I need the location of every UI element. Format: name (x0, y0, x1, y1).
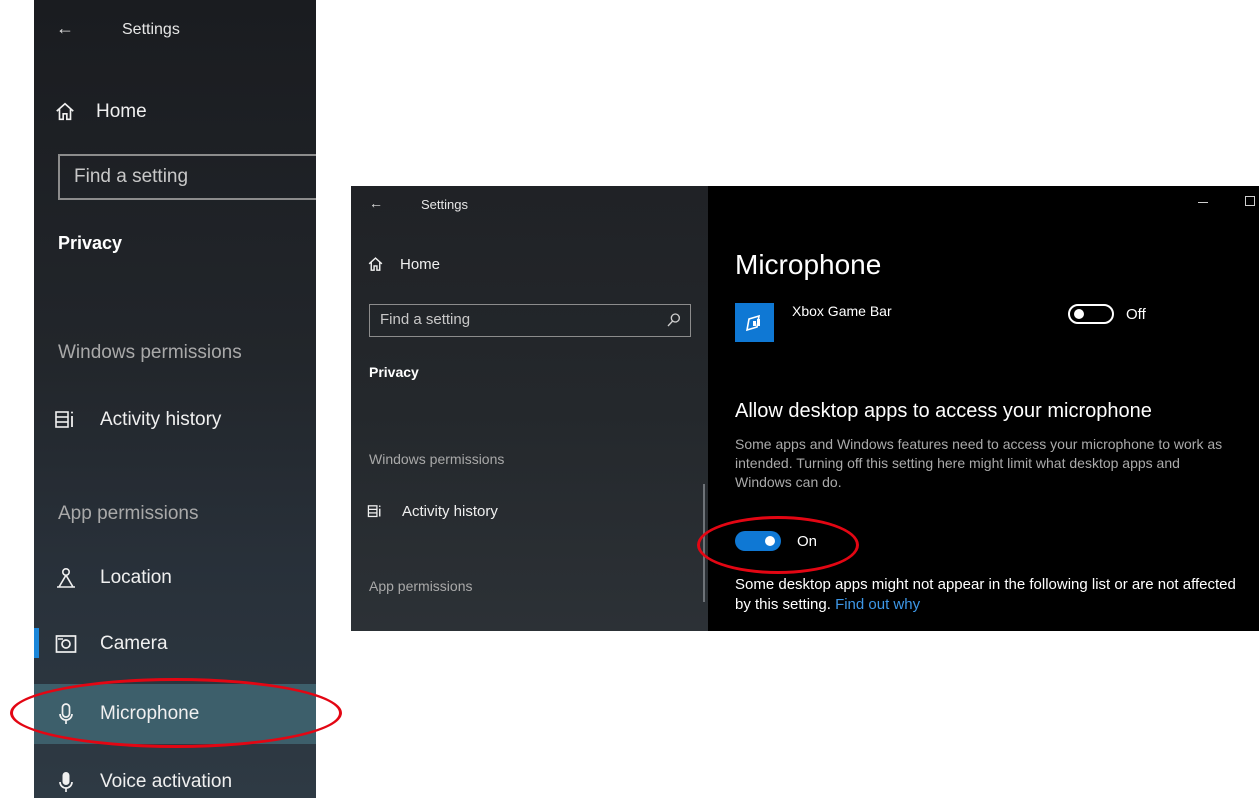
category-title: Privacy (58, 233, 123, 253)
back-arrow-icon[interactable]: ← (56, 18, 74, 39)
toggle-state-label: Off (1126, 305, 1146, 323)
home-label: Home (96, 101, 147, 122)
back-arrow-icon[interactable]: ← (369, 195, 383, 211)
activity-history-icon (367, 505, 381, 518)
nav-item-voice-activation[interactable]: Voice activation (54, 762, 316, 798)
right-settings-nav-pane: ← Settings Home Find a setting Privacy W… (351, 186, 708, 631)
minimize-button[interactable] (1198, 202, 1208, 203)
activity-history-icon (55, 411, 73, 428)
search-input[interactable]: Find a setting (58, 154, 316, 200)
microphone-callout-ellipse (10, 678, 342, 748)
window-title: Settings (421, 197, 468, 212)
camera-icon (55, 635, 77, 653)
voice-activation-icon (59, 772, 73, 792)
location-label: Location (100, 567, 172, 588)
page-title: Microphone (735, 249, 882, 280)
maximize-button[interactable] (1245, 196, 1255, 206)
home-nav-item[interactable]: Home (367, 256, 440, 273)
activity-history-label: Activity history (100, 409, 222, 430)
home-label: Home (400, 256, 441, 273)
toggle-track[interactable] (1068, 304, 1114, 324)
camera-label: Camera (100, 633, 168, 654)
location-icon (57, 567, 75, 588)
nav-item-camera[interactable]: Camera (54, 624, 316, 664)
xbox-game-bar-icon (745, 314, 761, 332)
selected-indicator (34, 628, 39, 658)
find-out-why-link[interactable]: Find out why (835, 596, 920, 613)
app-permissions-header: App permissions (58, 503, 199, 524)
activity-history-label: Activity history (402, 503, 498, 520)
search-icon[interactable] (666, 312, 682, 328)
search-input[interactable]: Find a setting (369, 304, 691, 337)
desktop-apps-note: Some desktop apps might not appear in th… (735, 575, 1240, 615)
windows-permissions-header: Windows permissions (369, 451, 505, 467)
home-nav-item[interactable]: Home (54, 97, 147, 127)
category-title: Privacy (369, 364, 419, 380)
toggle-callout-ellipse (697, 516, 859, 574)
xbox-game-bar-tile (735, 303, 774, 342)
search-placeholder: Find a setting (380, 311, 471, 328)
nav-item-activity-history[interactable]: Activity history (367, 503, 498, 520)
home-icon (56, 102, 74, 121)
note-text: Some desktop apps might not appear in th… (735, 576, 1236, 613)
home-icon (368, 257, 383, 271)
xbox-game-bar-toggle[interactable]: Off (1068, 304, 1146, 324)
desktop-apps-description: Some apps and Windows features need to a… (735, 436, 1223, 490)
window-title: Settings (122, 21, 180, 38)
app-permissions-header: App permissions (369, 578, 473, 594)
app-name: Xbox Game Bar (792, 303, 892, 319)
desktop-apps-heading: Allow desktop apps to access your microp… (735, 400, 1152, 422)
windows-permissions-header: Windows permissions (58, 342, 242, 363)
voice-activation-label: Voice activation (100, 771, 233, 792)
nav-item-activity-history[interactable]: Activity history (54, 400, 316, 440)
nav-item-location[interactable]: Location (54, 558, 316, 598)
toggle-knob (1074, 309, 1084, 319)
